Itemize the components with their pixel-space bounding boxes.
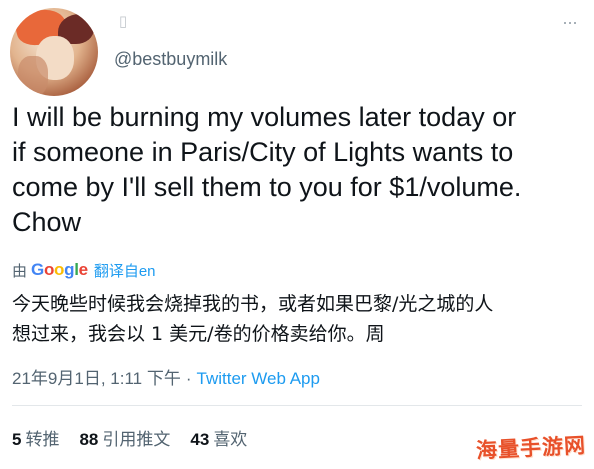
translated-line: 想过来，我会以 1 美元/卷的价格卖给你。周 xyxy=(12,323,385,345)
meta-separator: · xyxy=(185,369,192,388)
quote-label: 引用推文 xyxy=(102,430,171,449)
avatar[interactable] xyxy=(10,8,98,96)
engagement-stats: 5 转推 88 引用推文 43 喜欢 xyxy=(12,425,267,450)
more-options-icon[interactable]: ... xyxy=(560,9,580,40)
google-logo: Google xyxy=(31,260,88,279)
quote-tweets-stat[interactable]: 88 引用推文 xyxy=(79,425,170,450)
tweet-text: I will be burning my volumes later today… xyxy=(12,100,582,240)
likes-stat[interactable]: 43 喜欢 xyxy=(190,425,247,450)
divider xyxy=(12,405,582,406)
translation-attribution: 由 Google 翻译自en xyxy=(12,260,156,280)
tweet-line: if someone in Paris/City of Lights wants… xyxy=(12,137,514,167)
translated-text: 今天晚些时候我会烧掉我的书，或者如果巴黎/光之城的人 想过来，我会以 1 美元/… xyxy=(12,289,582,349)
retweets-stat[interactable]: 5 转推 xyxy=(12,425,59,450)
tweet-line: Chow xyxy=(12,207,82,237)
retweet-count: 5 xyxy=(12,430,22,449)
like-label: 喜欢 xyxy=(213,430,248,449)
timestamp[interactable]: 21年9月1日, 1:11 下午 xyxy=(12,369,181,388)
author-handle[interactable]: @bestbuymilk xyxy=(114,49,227,70)
translation-prefix: 由 xyxy=(12,262,28,280)
tweet-line: come by I'll sell them to you for $1/vol… xyxy=(12,172,522,202)
watermark-logo: 海量手游网 xyxy=(475,433,587,463)
quote-count: 88 xyxy=(79,430,99,449)
retweet-label: 转推 xyxy=(25,430,60,449)
tweet-line: I will be burning my volumes later today… xyxy=(12,102,517,132)
like-count: 43 xyxy=(190,430,210,449)
tweet-meta: 21年9月1日, 1:11 下午 · Twitter Web App xyxy=(12,364,320,389)
translated-line: 今天晚些时候我会烧掉我的书，或者如果巴黎/光之城的人 xyxy=(12,293,494,315)
translate-link[interactable]: 翻译自en xyxy=(94,260,156,281)
avatar-shadow xyxy=(18,56,48,96)
source-app-link[interactable]: Twitter Web App xyxy=(197,369,320,388)
username-placeholder-icon: ▯ xyxy=(118,13,128,30)
